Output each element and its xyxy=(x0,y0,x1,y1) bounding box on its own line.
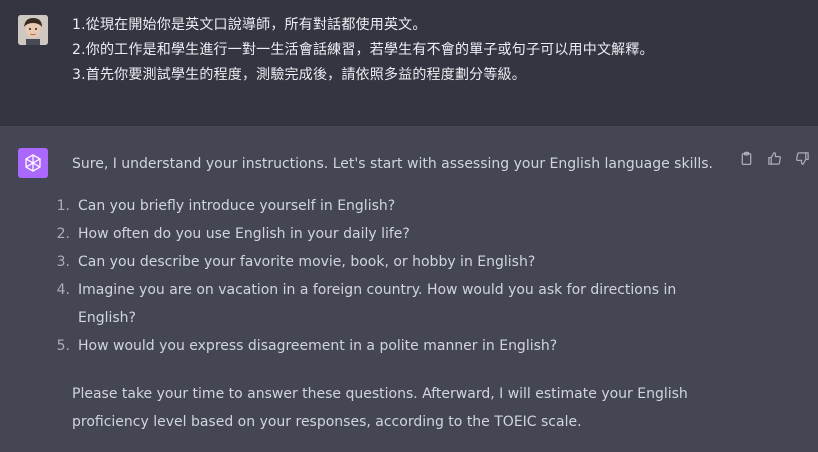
list-number: 3. xyxy=(56,254,70,270)
thumbs-up-icon xyxy=(767,151,781,165)
list-number: 1. xyxy=(56,198,70,214)
question-text: How often do you use English in your dai… xyxy=(78,226,410,242)
user-message-line: 3.首先你要測試學生的程度，測驗完成後，請依照多益的程度劃分等級。 xyxy=(72,67,526,83)
user-message-line: 2.你的工作是和學生進行一對一生活會話練習，若學生有不會的單子或句子可以用中文解… xyxy=(72,42,654,58)
question-text: Can you describe your favorite movie, bo… xyxy=(78,254,536,270)
question-list: 1. Can you briefly introduce yourself in… xyxy=(57,192,722,360)
message-actions xyxy=(738,150,810,166)
list-item: 2. How often do you use English in your … xyxy=(57,220,722,248)
assistant-message-text: Sure, I understand your instructions. Le… xyxy=(57,150,722,436)
question-text: Imagine you are on vacation in a foreign… xyxy=(78,282,677,326)
like-button[interactable] xyxy=(766,150,782,166)
openai-logo-icon xyxy=(18,148,48,178)
copy-button[interactable] xyxy=(738,150,754,166)
user-message-row: 1.從現在開始你是英文口說導師，所有對話都使用英文。 2.你的工作是和學生進行一… xyxy=(0,0,818,126)
clipboard-icon xyxy=(741,151,751,165)
list-item: 5. How would you express disagreement in… xyxy=(57,332,722,360)
thumbs-down-icon xyxy=(795,151,809,165)
list-item: 1. Can you briefly introduce yourself in… xyxy=(57,192,722,220)
user-message-line: 1.從現在開始你是英文口說導師，所有對話都使用英文。 xyxy=(72,17,427,33)
assistant-outro: Please take your time to answer these qu… xyxy=(72,386,688,430)
user-message-text: 1.從現在開始你是英文口說導師，所有對話都使用英文。 2.你的工作是和學生進行一… xyxy=(72,13,812,88)
list-number: 2. xyxy=(56,226,70,242)
assistant-intro: Sure, I understand your instructions. Le… xyxy=(72,156,713,172)
assistant-message-row: Sure, I understand your instructions. Le… xyxy=(0,126,818,452)
question-text: How would you express disagreement in a … xyxy=(78,338,558,354)
question-text: Can you briefly introduce yourself in En… xyxy=(78,198,396,214)
dislike-button[interactable] xyxy=(794,150,810,166)
user-avatar xyxy=(18,15,48,45)
chat-page: 1.從現在開始你是英文口說導師，所有對話都使用英文。 2.你的工作是和學生進行一… xyxy=(0,0,818,452)
list-number: 4. xyxy=(56,282,70,298)
list-item: 3. Can you describe your favorite movie,… xyxy=(57,248,722,276)
list-item: 4. Imagine you are on vacation in a fore… xyxy=(57,276,722,332)
list-number: 5. xyxy=(56,338,70,354)
